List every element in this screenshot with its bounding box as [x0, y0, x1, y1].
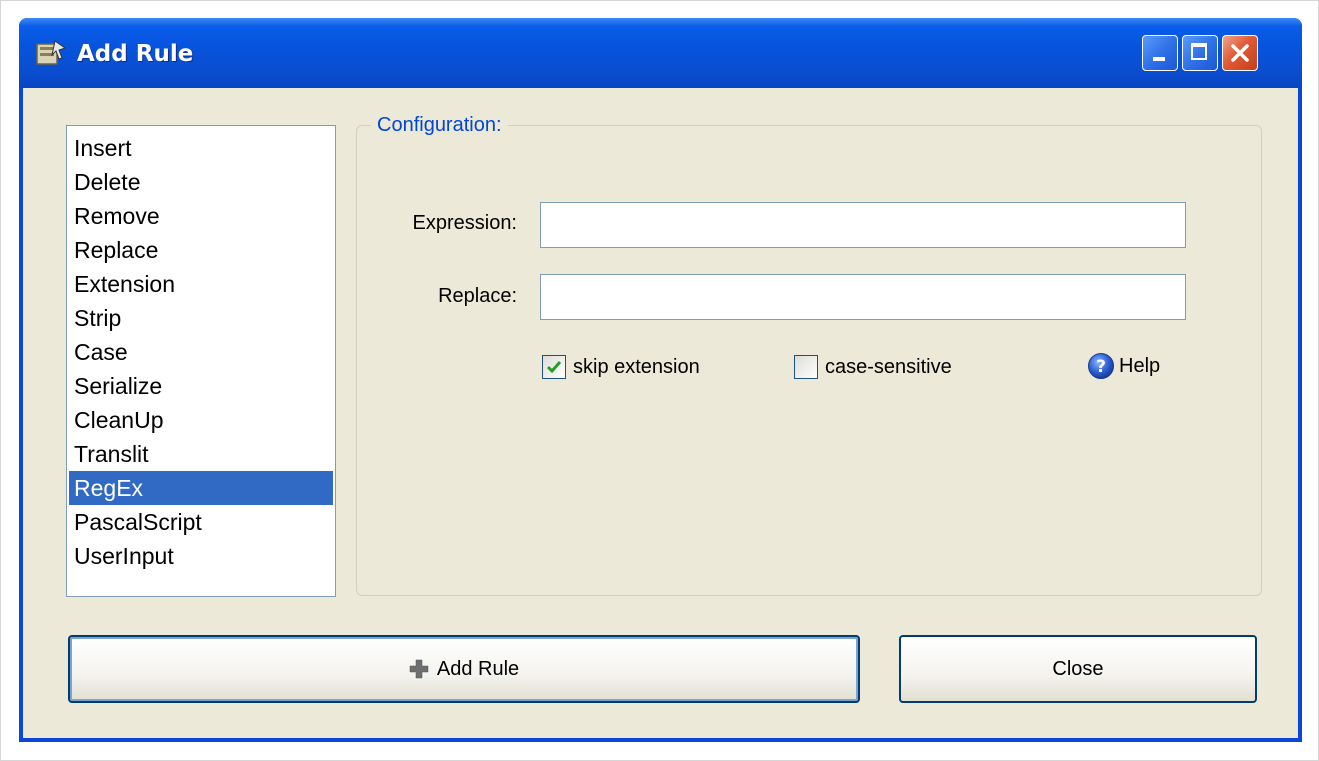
rule-item-serialize[interactable]: Serialize — [69, 369, 333, 403]
close-label: Close — [1052, 657, 1104, 680]
title-bar[interactable]: Add Rule — [19, 18, 1302, 88]
rule-item-remove[interactable]: Remove — [69, 199, 333, 233]
skip-extension-option[interactable]: skip extension — [542, 355, 700, 379]
skip-extension-label: skip extension — [573, 355, 700, 378]
rule-item-cleanup[interactable]: CleanUp — [69, 403, 333, 437]
add-rule-button[interactable]: Add Rule — [68, 635, 860, 703]
rule-item-strip[interactable]: Strip — [69, 301, 333, 335]
case-sensitive-label: case-sensitive — [825, 355, 952, 378]
replace-input[interactable] — [540, 274, 1186, 320]
plus-icon — [409, 659, 429, 679]
expression-label: Expression: — [412, 212, 518, 234]
help-icon: ? — [1088, 353, 1114, 379]
minimize-button[interactable] — [1142, 35, 1178, 71]
rule-type-list[interactable]: Insert Delete Remove Replace Extension Strip C… — [66, 125, 336, 597]
skip-extension-checkbox[interactable] — [542, 355, 566, 379]
rule-item-delete[interactable]: Delete — [69, 165, 333, 199]
minimize-icon — [1153, 57, 1165, 61]
case-sensitive-option[interactable]: case-sensitive — [794, 355, 952, 379]
dialog-client-area: Insert Delete Remove Replace Extension Strip C… — [23, 88, 1298, 738]
rule-app-icon — [36, 40, 67, 65]
maximize-icon — [1191, 43, 1207, 60]
rule-item-regex[interactable]: RegEx — [69, 471, 333, 505]
rule-item-case[interactable]: Case — [69, 335, 333, 369]
rule-item-pascalscript[interactable]: PascalScript — [69, 505, 333, 539]
rule-item-translit[interactable]: Translit — [69, 437, 333, 471]
svg-text:?: ? — [1096, 357, 1106, 377]
close-icon — [1231, 44, 1249, 62]
expression-input[interactable] — [540, 202, 1186, 248]
maximize-button[interactable] — [1182, 35, 1218, 71]
configuration-group: Configuration: Expression: Replace: skip… — [356, 114, 1262, 596]
close-window-button[interactable] — [1222, 35, 1258, 71]
rule-item-extension[interactable]: Extension — [69, 267, 333, 301]
rule-item-userinput[interactable]: UserInput — [69, 539, 333, 573]
help-link[interactable]: ? Help — [1087, 352, 1160, 380]
checkmark-icon — [546, 361, 562, 374]
window-title: Add Rule — [77, 41, 194, 67]
case-sensitive-checkbox[interactable] — [794, 355, 818, 379]
close-button[interactable]: Close — [899, 635, 1257, 703]
rule-item-replace[interactable]: Replace — [69, 233, 333, 267]
add-rule-label: Add Rule — [436, 657, 520, 680]
rule-item-insert[interactable]: Insert — [69, 131, 333, 165]
help-label: Help — [1119, 354, 1161, 377]
replace-label: Replace: — [438, 285, 517, 307]
configuration-legend: Configuration: — [371, 114, 508, 137]
add-rule-dialog: Add Rule Insert Delete Remove Replace Extens… — [19, 18, 1302, 742]
